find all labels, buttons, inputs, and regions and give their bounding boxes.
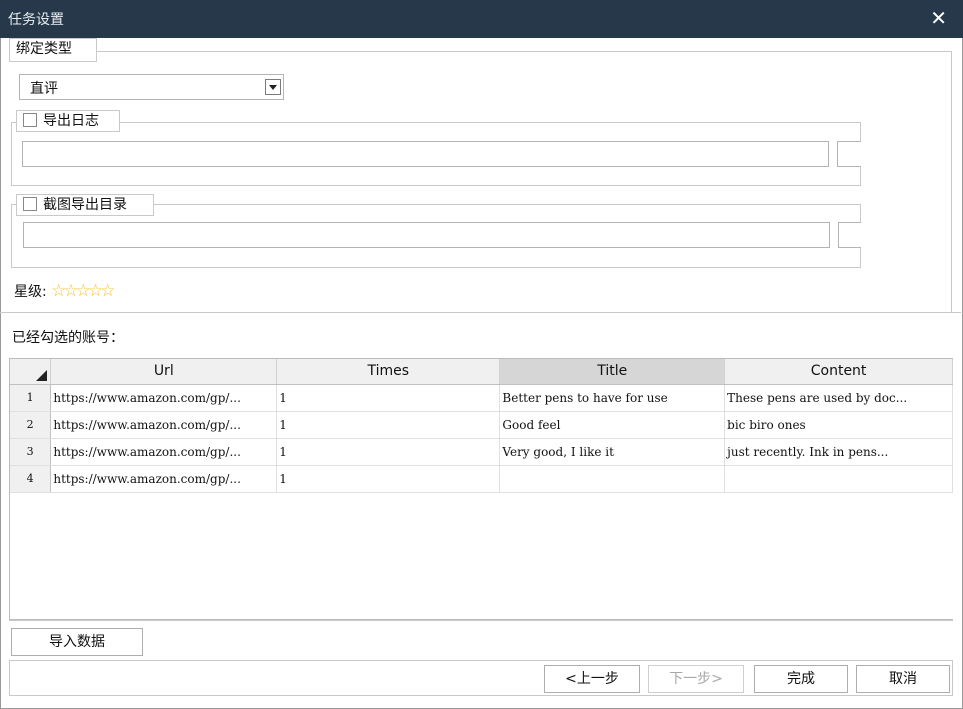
bind-type-value: 直评: [30, 81, 58, 97]
star-icon[interactable]: ☆: [63, 281, 78, 301]
chevron-down-icon[interactable]: [265, 79, 281, 95]
cell-title[interactable]: Better pens to have for use: [499, 384, 726, 412]
export-log-path-input[interactable]: [22, 141, 829, 167]
star-icon[interactable]: ☆: [51, 281, 66, 301]
bind-type-group-edge: [951, 51, 952, 313]
row-number[interactable]: 2: [10, 411, 52, 439]
cell-title[interactable]: Good feel: [499, 411, 726, 439]
checkbox-icon[interactable]: [23, 197, 37, 211]
select-all-corner[interactable]: [10, 359, 52, 385]
cell-url[interactable]: https://www.amazon.com/gp/...: [50, 438, 278, 466]
cell-times[interactable]: 1: [276, 384, 501, 412]
cell-content[interactable]: [724, 465, 953, 493]
bind-type-group-line: [96, 51, 951, 52]
export-log-checkbox[interactable]: 导出日志: [16, 110, 120, 132]
column-header-url[interactable]: Url: [50, 359, 278, 385]
column-header-times[interactable]: Times: [276, 359, 501, 385]
screenshot-dir-browse-button[interactable]: [838, 222, 861, 248]
next-step-button[interactable]: 下一步>: [648, 665, 744, 693]
divider: [0, 312, 961, 313]
screenshot-dir-checkbox[interactable]: 截图导出目录: [16, 194, 154, 216]
table-row[interactable]: 3 https://www.amazon.com/gp/... 1 Very g…: [10, 438, 953, 466]
cell-url[interactable]: https://www.amazon.com/gp/...: [50, 411, 278, 439]
accounts-grid[interactable]: Url Times Title Content 1 https://www.am…: [9, 358, 953, 620]
star-icon[interactable]: ☆: [88, 281, 103, 301]
star-rating[interactable]: ☆☆☆☆☆: [51, 281, 115, 301]
row-number[interactable]: 1: [10, 384, 52, 412]
cell-title[interactable]: Very good, I like it: [499, 438, 726, 466]
title-bar: 任务设置 ✕: [0, 0, 963, 38]
cell-content[interactable]: just recently. Ink in pens...: [724, 438, 953, 466]
screenshot-dir-path-input[interactable]: [23, 222, 830, 248]
star-icon[interactable]: ☆: [100, 281, 115, 301]
rating-label: 星级:: [14, 284, 47, 300]
table-row[interactable]: 4 https://www.amazon.com/gp/... 1: [10, 465, 953, 493]
cell-url[interactable]: https://www.amazon.com/gp/...: [50, 384, 278, 412]
row-number[interactable]: 3: [10, 438, 52, 466]
screenshot-dir-label: 截图导出目录: [43, 197, 127, 213]
import-data-button[interactable]: 导入数据: [11, 628, 143, 656]
row-number[interactable]: 4: [10, 465, 52, 493]
column-header-title[interactable]: Title: [499, 359, 726, 385]
rating: 星级: ☆☆☆☆☆: [14, 281, 115, 301]
cancel-button[interactable]: 取消: [856, 665, 950, 693]
cell-title[interactable]: [499, 465, 726, 493]
cell-times[interactable]: 1: [276, 465, 501, 493]
cell-content[interactable]: bic biro ones: [724, 411, 953, 439]
checkbox-icon[interactable]: [23, 113, 37, 127]
bind-type-select[interactable]: 直评: [19, 74, 284, 100]
cell-content[interactable]: These pens are used by doc...: [724, 384, 953, 412]
cell-url[interactable]: https://www.amazon.com/gp/...: [50, 465, 278, 493]
export-log-browse-button[interactable]: [837, 141, 861, 167]
cell-times[interactable]: 1: [276, 411, 501, 439]
column-header-content[interactable]: Content: [724, 359, 953, 385]
table-row[interactable]: 1 https://www.amazon.com/gp/... 1 Better…: [10, 384, 953, 412]
bind-type-legend: 绑定类型: [9, 38, 97, 62]
finish-button[interactable]: 完成: [754, 665, 848, 693]
divider: [9, 620, 953, 621]
window-title: 任务设置: [8, 12, 64, 28]
close-icon[interactable]: ✕: [930, 8, 947, 28]
table-row[interactable]: 2 https://www.amazon.com/gp/... 1 Good f…: [10, 411, 953, 439]
selected-accounts-label: 已经勾选的账号：: [12, 330, 124, 346]
star-icon[interactable]: ☆: [76, 281, 91, 301]
export-log-label: 导出日志: [43, 113, 99, 129]
prev-step-button[interactable]: <上一步: [544, 665, 640, 693]
cell-times[interactable]: 1: [276, 438, 501, 466]
